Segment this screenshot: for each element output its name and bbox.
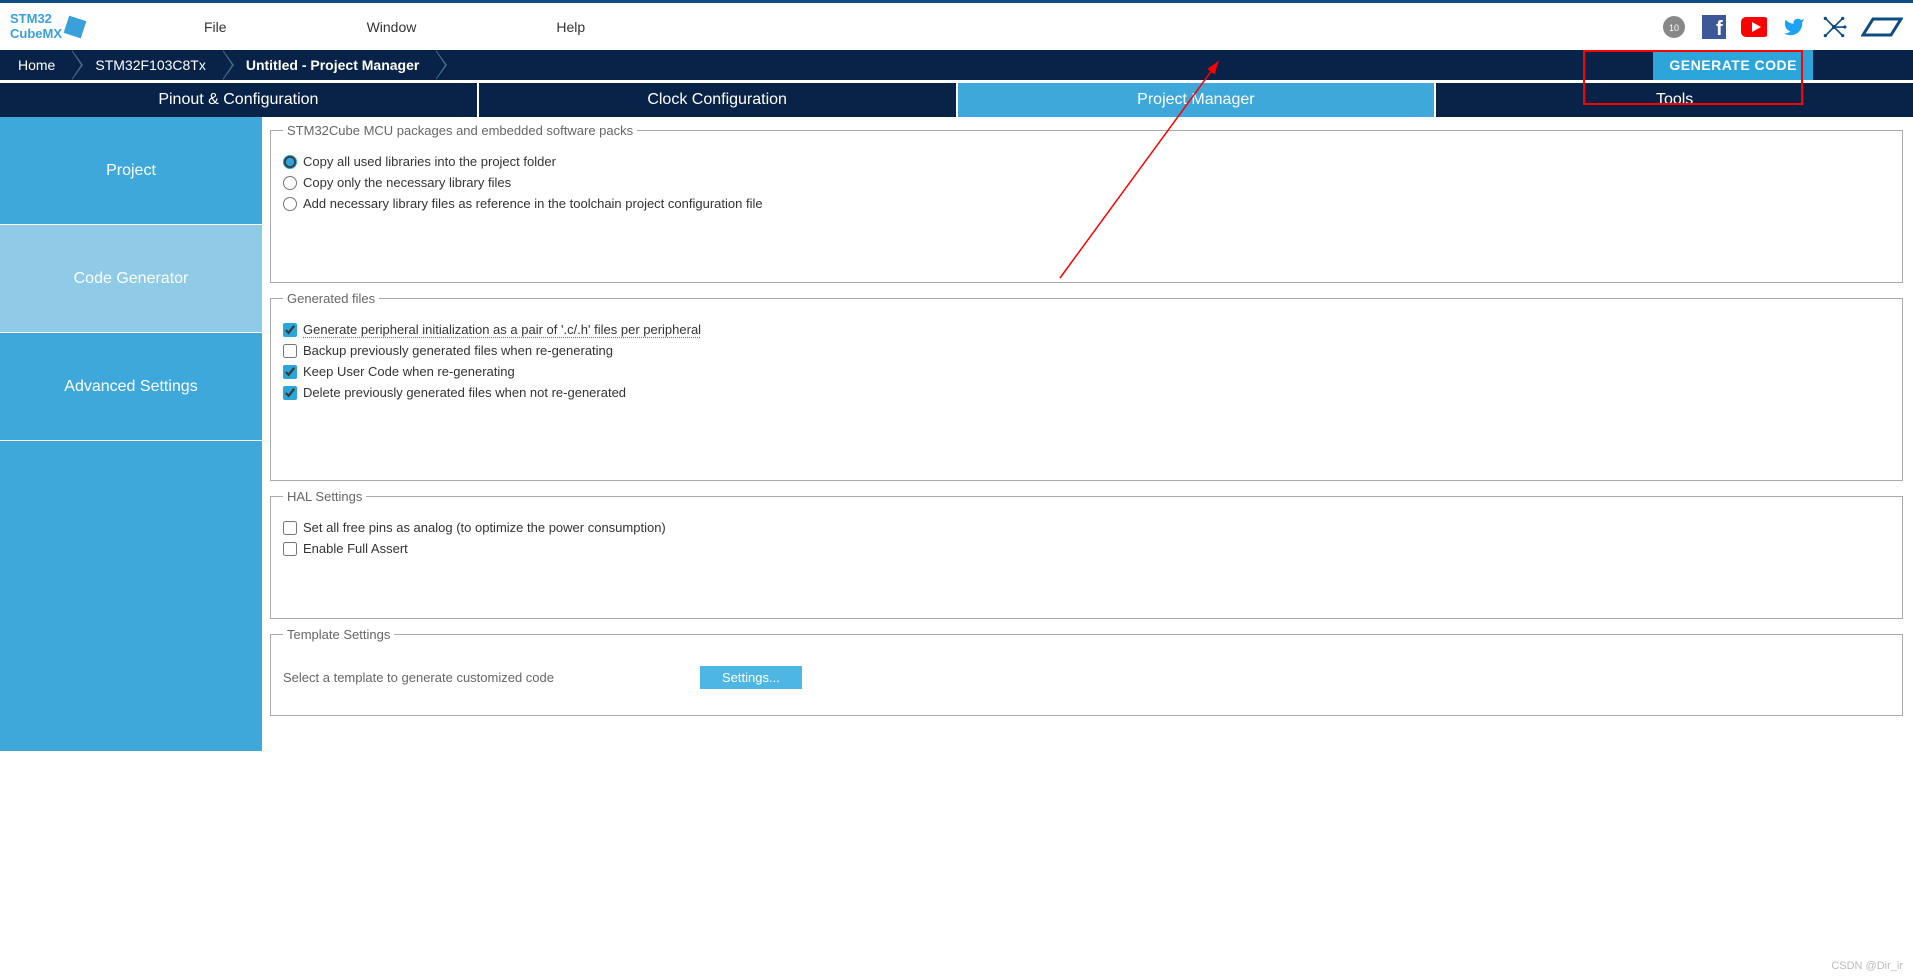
checkbox-free-pins-analog[interactable]	[283, 521, 297, 535]
breadcrumb-page[interactable]: Untitled - Project Manager	[236, 50, 435, 80]
breadcrumb-home[interactable]: Home	[8, 50, 71, 80]
radio-add-reference[interactable]	[283, 197, 297, 211]
checkbox-delete-prev[interactable]	[283, 386, 297, 400]
label-delete-prev[interactable]: Delete previously generated files when n…	[303, 385, 626, 400]
template-prompt: Select a template to generate customized…	[283, 670, 554, 685]
radio-copy-necessary[interactable]	[283, 176, 297, 190]
youtube-icon[interactable]	[1741, 14, 1767, 40]
st-logo-icon[interactable]	[1861, 14, 1903, 40]
label-backup[interactable]: Backup previously generated files when r…	[303, 343, 613, 358]
menu-window[interactable]: Window	[367, 19, 417, 35]
menu-file[interactable]: File	[204, 19, 227, 35]
label-copy-all[interactable]: Copy all used libraries into the project…	[303, 154, 556, 169]
logo-text-1: STM32	[10, 12, 62, 26]
checkbox-periph-init[interactable]	[283, 323, 297, 337]
content-area: Project Code Generator Advanced Settings…	[0, 117, 1913, 751]
twitter-icon[interactable]	[1781, 14, 1807, 40]
label-add-reference[interactable]: Add necessary library files as reference…	[303, 196, 763, 211]
checkbox-backup[interactable]	[283, 344, 297, 358]
generate-code-button[interactable]: GENERATE CODE	[1653, 50, 1813, 80]
sidebar-item-advanced-settings[interactable]: Advanced Settings	[0, 333, 262, 441]
breadcrumb: Home STM32F103C8Tx Untitled - Project Ma…	[0, 50, 1913, 80]
main-panel: STM32Cube MCU packages and embedded soft…	[262, 117, 1913, 751]
side-nav: Project Code Generator Advanced Settings	[0, 117, 262, 751]
watermark: CSDN @Dir_ir	[1831, 960, 1903, 972]
tab-project-manager[interactable]: Project Manager	[958, 83, 1437, 117]
main-tabs: Pinout & Configuration Clock Configurati…	[0, 83, 1913, 117]
label-keep-user-code[interactable]: Keep User Code when re-generating	[303, 364, 515, 379]
hal-settings-fieldset: HAL Settings Set all free pins as analog…	[270, 489, 1903, 619]
svg-text:10: 10	[1669, 23, 1679, 33]
generated-files-fieldset: Generated files Generate peripheral init…	[270, 291, 1903, 481]
menu-help[interactable]: Help	[556, 19, 585, 35]
template-settings-button[interactable]: Settings...	[700, 666, 802, 689]
sidebar-item-project[interactable]: Project	[0, 117, 262, 225]
packages-legend: STM32Cube MCU packages and embedded soft…	[283, 123, 637, 138]
menu-items: File Window Help	[204, 19, 1661, 35]
generated-files-legend: Generated files	[283, 291, 379, 306]
logo: STM32 CubeMX	[10, 12, 84, 41]
facebook-icon[interactable]: f	[1701, 14, 1727, 40]
tab-pinout[interactable]: Pinout & Configuration	[0, 83, 479, 117]
top-menu-bar: STM32 CubeMX File Window Help 10 f	[0, 0, 1913, 50]
svg-text:f: f	[1716, 18, 1723, 39]
template-legend: Template Settings	[283, 627, 394, 642]
label-full-assert[interactable]: Enable Full Assert	[303, 541, 408, 556]
tab-tools[interactable]: Tools	[1436, 83, 1913, 117]
social-icons: 10 f	[1661, 14, 1903, 40]
label-periph-init[interactable]: Generate peripheral initialization as a …	[303, 322, 701, 337]
label-copy-necessary[interactable]: Copy only the necessary library files	[303, 175, 511, 190]
checkbox-full-assert[interactable]	[283, 542, 297, 556]
tab-clock[interactable]: Clock Configuration	[479, 83, 958, 117]
radio-copy-all[interactable]	[283, 155, 297, 169]
badge-icon[interactable]: 10	[1661, 14, 1687, 40]
sidebar-fill	[0, 441, 262, 751]
sidebar-item-code-generator[interactable]: Code Generator	[0, 225, 262, 333]
template-settings-fieldset: Template Settings Select a template to g…	[270, 627, 1903, 716]
logo-cube-icon	[64, 15, 87, 38]
hal-legend: HAL Settings	[283, 489, 366, 504]
label-free-pins-analog[interactable]: Set all free pins as analog (to optimize…	[303, 520, 666, 535]
breadcrumb-chip[interactable]: STM32F103C8Tx	[85, 50, 221, 80]
network-icon[interactable]	[1821, 14, 1847, 40]
packages-fieldset: STM32Cube MCU packages and embedded soft…	[270, 123, 1903, 283]
checkbox-keep-user-code[interactable]	[283, 365, 297, 379]
logo-text-2: CubeMX	[10, 27, 62, 41]
